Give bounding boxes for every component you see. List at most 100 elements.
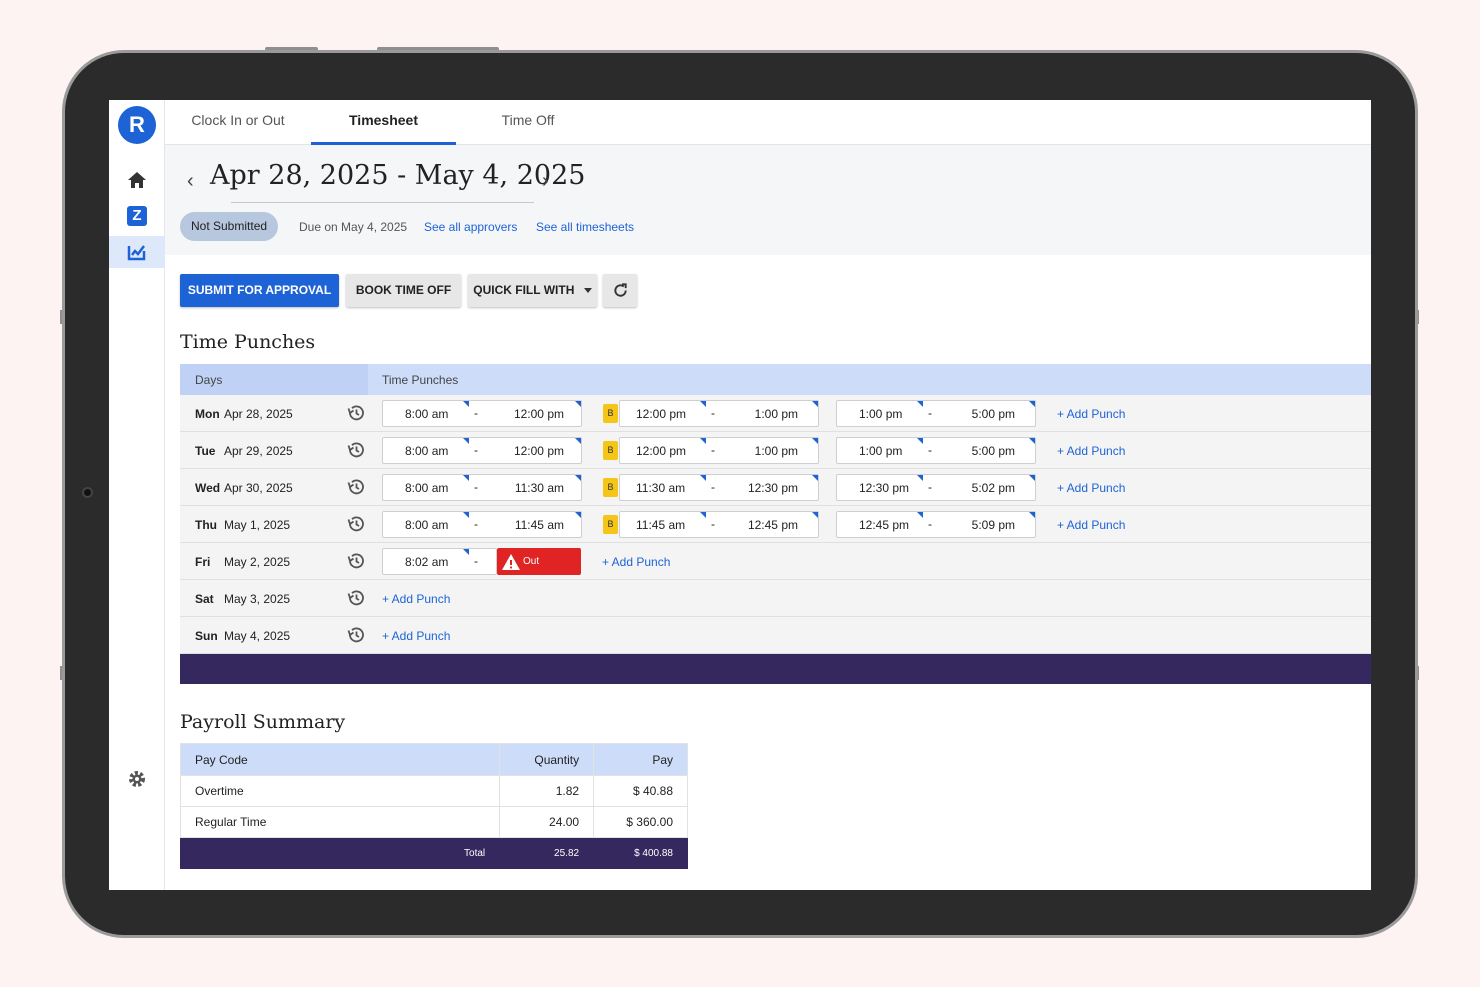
history-icon[interactable] bbox=[346, 551, 366, 574]
punch-in-time[interactable]: 11:45 am bbox=[636, 518, 685, 532]
punch-out-time[interactable]: 5:02 pm bbox=[972, 481, 1015, 495]
punch-in-time[interactable]: 8:02 am bbox=[405, 555, 448, 569]
see-approvers-link[interactable]: See all approvers bbox=[424, 220, 517, 234]
payroll-summary-title: Payroll Summary bbox=[180, 711, 346, 733]
add-punch-link[interactable]: + Add Punch bbox=[1057, 407, 1125, 421]
quantity-cell: 1.82 bbox=[499, 775, 595, 807]
punch-out-time[interactable]: 12:00 pm bbox=[514, 407, 564, 421]
history-icon[interactable] bbox=[346, 477, 366, 500]
punch-in-time[interactable]: 11:30 am bbox=[636, 481, 685, 495]
punch-marker-icon bbox=[812, 512, 818, 518]
quick-fill-button[interactable]: QUICK FILL WITH bbox=[468, 274, 597, 307]
punch-out-time[interactable]: 1:00 pm bbox=[755, 444, 798, 458]
punch-pair[interactable]: 12:45 pm - 5:09 pm bbox=[836, 511, 1036, 538]
punch-pair[interactable]: 12:00 pm - 1:00 pm bbox=[619, 437, 819, 464]
add-punch-link[interactable]: + Add Punch bbox=[602, 555, 670, 569]
add-punch-link[interactable]: + Add Punch bbox=[382, 592, 450, 606]
punch-out-time[interactable]: 12:30 pm bbox=[748, 481, 798, 495]
break-badge: B bbox=[603, 515, 618, 534]
punch-pair[interactable]: 8:00 am - 12:00 pm bbox=[382, 437, 582, 464]
sidebar: R Z bbox=[109, 100, 165, 890]
gear-icon[interactable] bbox=[109, 763, 165, 795]
punch-pair[interactable]: 1:00 pm - 5:00 pm bbox=[836, 400, 1036, 427]
z-app-icon[interactable]: Z bbox=[109, 200, 165, 232]
tab-timesheet[interactable]: Timesheet bbox=[311, 100, 456, 145]
punch-separator: - bbox=[474, 517, 478, 531]
punch-out-time[interactable]: 5:00 pm bbox=[972, 407, 1015, 421]
pay-code-cell: Regular Time bbox=[179, 806, 501, 838]
day-date: May 2, 2025 bbox=[224, 555, 291, 569]
refresh-button[interactable] bbox=[603, 274, 637, 307]
prev-week-icon[interactable]: ‹ bbox=[187, 170, 194, 193]
day-name: Thu bbox=[195, 518, 217, 532]
table-row: Regular Time 24.00 $ 360.00 bbox=[179, 806, 688, 838]
punch-separator: - bbox=[474, 554, 478, 568]
table-row: Fri May 2, 2025 8:02 am - Out + Add Punch bbox=[180, 543, 1371, 580]
date-range-title: Apr 28, 2025 - May 4, 2025 bbox=[210, 160, 586, 191]
app-logo[interactable]: R bbox=[118, 106, 156, 144]
days-column-header: Days bbox=[195, 373, 223, 387]
add-punch-link[interactable]: + Add Punch bbox=[1057, 518, 1125, 532]
home-icon[interactable] bbox=[109, 164, 165, 196]
missing-punch-out[interactable]: Out bbox=[497, 548, 581, 575]
punch-in-time[interactable]: 12:00 pm bbox=[636, 407, 686, 421]
day-date: Apr 30, 2025 bbox=[224, 481, 293, 495]
punch-in-time[interactable]: 12:00 pm bbox=[636, 444, 686, 458]
punch-in-time[interactable]: 8:00 am bbox=[405, 481, 448, 495]
table-row: Sun May 4, 2025 + Add Punch bbox=[180, 617, 1371, 654]
history-icon[interactable] bbox=[346, 403, 366, 426]
quantity-cell: 24.00 bbox=[499, 806, 595, 838]
table-row: Overtime 1.82 $ 40.88 bbox=[179, 775, 688, 807]
punch-out-time[interactable]: 11:30 am bbox=[515, 481, 564, 495]
punch-marker-icon bbox=[463, 475, 469, 481]
punch-pair[interactable]: 8:00 am - 11:45 am bbox=[382, 511, 582, 538]
punch-in-time[interactable]: 12:45 pm bbox=[859, 518, 909, 532]
punch-pair[interactable]: 11:45 am - 12:45 pm bbox=[619, 511, 819, 538]
punch-pair[interactable]: 8:02 am - bbox=[382, 548, 497, 575]
punch-marker-icon bbox=[575, 475, 581, 481]
see-timesheets-link[interactable]: See all timesheets bbox=[536, 220, 634, 234]
book-time-off-button[interactable]: BOOK TIME OFF bbox=[346, 274, 461, 307]
punch-marker-icon bbox=[463, 549, 469, 555]
punch-in-time[interactable]: 1:00 pm bbox=[859, 407, 902, 421]
add-punch-link[interactable]: + Add Punch bbox=[382, 629, 450, 643]
punch-pair[interactable]: 12:00 pm - 1:00 pm bbox=[619, 400, 819, 427]
punch-out-time[interactable]: 12:45 pm bbox=[748, 518, 798, 532]
punch-in-time[interactable]: 1:00 pm bbox=[859, 444, 902, 458]
payroll-summary-table: Pay Code Quantity Pay Overtime 1.82 $ 40… bbox=[179, 743, 688, 869]
warning-icon bbox=[502, 554, 520, 570]
timesheet-icon[interactable] bbox=[109, 236, 165, 268]
punch-pair[interactable]: 12:30 pm - 5:02 pm bbox=[836, 474, 1036, 501]
history-icon[interactable] bbox=[346, 625, 366, 648]
day-name: Wed bbox=[195, 481, 221, 495]
submit-for-approval-button[interactable]: SUBMIT FOR APPROVAL bbox=[180, 274, 339, 307]
punch-out-time[interactable]: 5:00 pm bbox=[972, 444, 1015, 458]
punch-out-time[interactable]: 1:00 pm bbox=[755, 407, 798, 421]
punch-pair[interactable]: 11:30 am - 12:30 pm bbox=[619, 474, 819, 501]
punch-in-time[interactable]: 8:00 am bbox=[405, 444, 448, 458]
add-punch-link[interactable]: + Add Punch bbox=[1057, 481, 1125, 495]
punch-pair[interactable]: 1:00 pm - 5:00 pm bbox=[836, 437, 1036, 464]
day-name: Sun bbox=[195, 629, 218, 643]
punch-in-time[interactable]: 8:00 am bbox=[405, 518, 448, 532]
punch-separator: - bbox=[474, 443, 478, 457]
day-name: Tue bbox=[195, 444, 216, 458]
tab-time-off[interactable]: Time Off bbox=[483, 100, 573, 145]
history-icon[interactable] bbox=[346, 514, 366, 537]
tab-clock-in-out[interactable]: Clock In or Out bbox=[183, 100, 293, 145]
next-week-icon[interactable]: › bbox=[542, 170, 549, 193]
punch-out-time[interactable]: 5:09 pm bbox=[972, 518, 1015, 532]
punch-out-time[interactable]: 11:45 am bbox=[515, 518, 564, 532]
history-icon[interactable] bbox=[346, 440, 366, 463]
app-screen: R Z Clock In or Out Timesheet Time Off ‹… bbox=[109, 100, 1371, 890]
add-punch-link[interactable]: + Add Punch bbox=[1057, 444, 1125, 458]
punch-marker-icon bbox=[1029, 512, 1035, 518]
pay-header: Pay bbox=[593, 743, 688, 776]
time-punches-header: Days Time Punches bbox=[180, 364, 1371, 395]
punch-in-time[interactable]: 12:30 pm bbox=[859, 481, 909, 495]
punch-pair[interactable]: 8:00 am - 12:00 pm bbox=[382, 400, 582, 427]
punch-out-time[interactable]: 12:00 pm bbox=[514, 444, 564, 458]
punch-in-time[interactable]: 8:00 am bbox=[405, 407, 448, 421]
history-icon[interactable] bbox=[346, 588, 366, 611]
punch-pair[interactable]: 8:00 am - 11:30 am bbox=[382, 474, 582, 501]
